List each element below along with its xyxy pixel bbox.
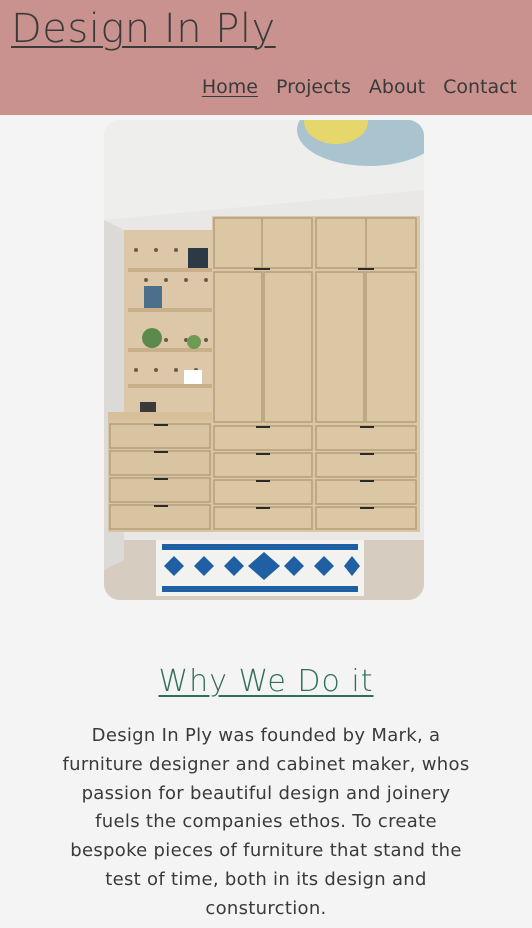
wardrobe-illustration: [104, 120, 424, 600]
nav-projects[interactable]: Projects: [276, 76, 351, 98]
nav-contact[interactable]: Contact: [443, 76, 517, 98]
section-title: Why We Do it: [158, 664, 374, 699]
site-header: Design In Ply Home Projects About Contac…: [0, 0, 532, 115]
site-title[interactable]: Design In Ply: [11, 6, 276, 52]
hero-image: [104, 120, 424, 600]
nav-about[interactable]: About: [369, 76, 425, 98]
nav-home[interactable]: Home: [202, 76, 258, 98]
section-body: Design In Ply was founded by Mark, a fur…: [62, 725, 470, 919]
main-nav: Home Projects About Contact: [202, 76, 517, 98]
